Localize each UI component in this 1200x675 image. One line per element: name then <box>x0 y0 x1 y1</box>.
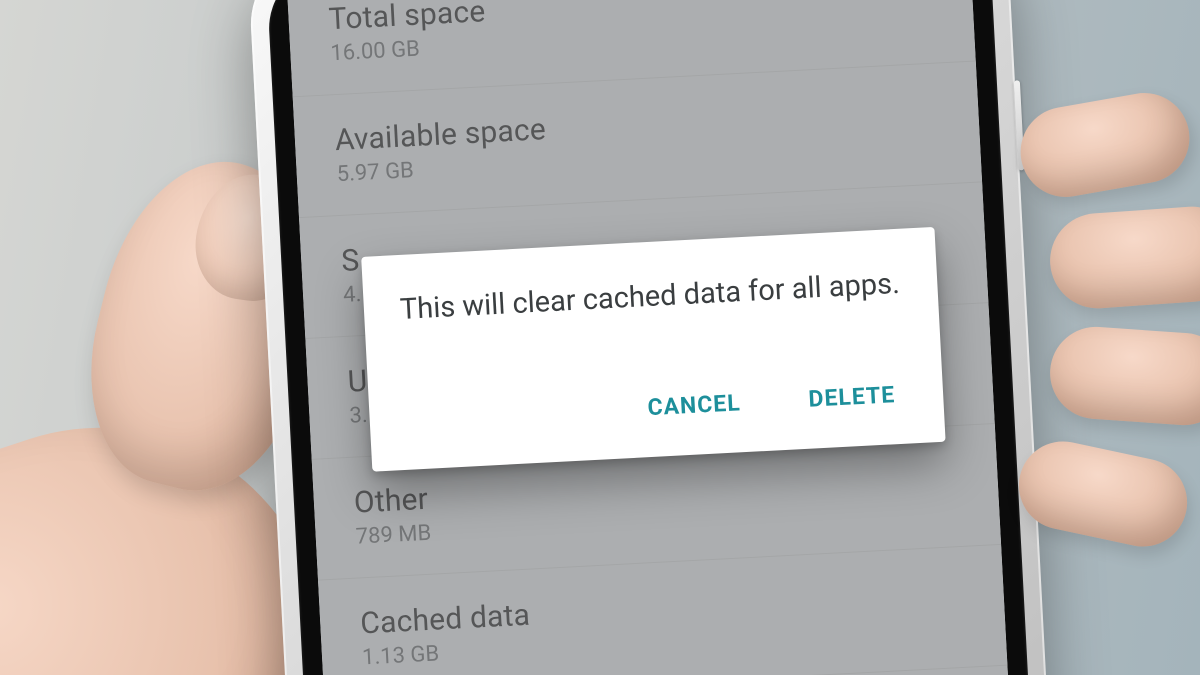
phone-body: Total space 16.00 GB Available space 5.9… <box>247 0 1053 675</box>
clear-cache-dialog: This will clear cached data for all apps… <box>361 227 945 472</box>
phone: Total space 16.00 GB Available space 5.9… <box>247 0 1053 675</box>
hand-finger-1 <box>1013 86 1196 204</box>
cancel-button[interactable]: CANCEL <box>640 381 747 429</box>
phone-bezel: Total space 16.00 GB Available space 5.9… <box>266 0 1034 675</box>
phone-screen: Total space 16.00 GB Available space 5.9… <box>287 0 1013 675</box>
photo-scene: Total space 16.00 GB Available space 5.9… <box>0 0 1200 675</box>
hand-finger-2 <box>1047 203 1200 311</box>
delete-button[interactable]: DELETE <box>801 373 902 421</box>
dialog-message: This will clear cached data for all apps… <box>399 263 903 331</box>
dialog-actions: CANCEL DELETE <box>405 373 909 454</box>
hand-finger-3 <box>1047 324 1200 428</box>
